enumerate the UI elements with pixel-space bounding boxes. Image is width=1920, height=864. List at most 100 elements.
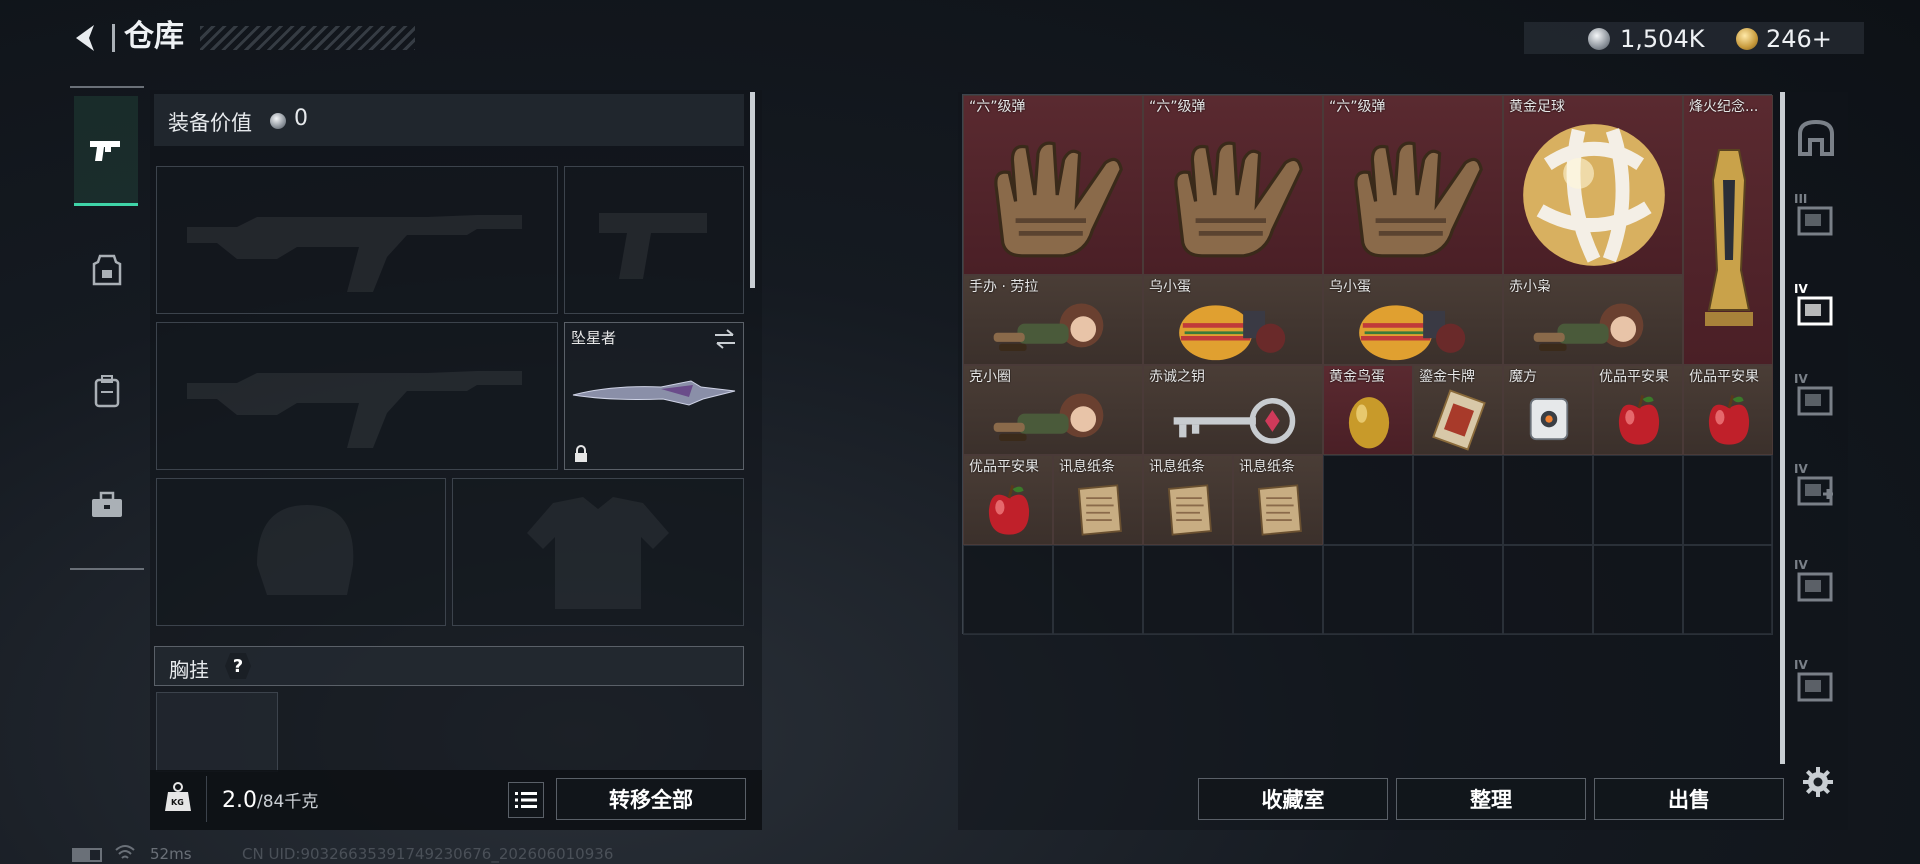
hand-item-icon	[974, 118, 1134, 276]
card-item-icon	[1420, 388, 1498, 456]
storage-item-label: 赤诚之钥	[1149, 369, 1205, 385]
storage-item[interactable]: 讯息纸条	[1053, 455, 1143, 545]
storage-item[interactable]: 讯息纸条	[1233, 455, 1323, 545]
storage-item[interactable]: 优品平安果	[1593, 365, 1683, 455]
empty-grid-cell[interactable]	[1233, 545, 1323, 635]
storage-item[interactable]: “六”级弹	[1143, 95, 1323, 275]
gear-icon	[1803, 767, 1833, 797]
storage-item-label: “六”级弹	[1149, 99, 1206, 115]
apple-item-icon	[1690, 388, 1768, 456]
storage-item[interactable]: 讯息纸条	[1143, 455, 1233, 545]
pistol-slot[interactable]	[564, 166, 744, 314]
empty-grid-cell[interactable]	[1503, 545, 1593, 635]
equipment-scrollbar[interactable]	[750, 92, 755, 288]
transfer-all-button[interactable]: 转移全部	[556, 778, 746, 820]
empty-grid-cell[interactable]	[1323, 455, 1413, 545]
primary-weapon-slot-1[interactable]	[156, 166, 558, 314]
storage-item[interactable]: 优品平安果	[1683, 365, 1773, 455]
storage-item-label: 魔方	[1509, 369, 1537, 385]
storage-tab-container-4-active[interactable]: IV	[1788, 280, 1844, 336]
empty-grid-cell[interactable]	[1503, 455, 1593, 545]
latency-value: 52ms	[150, 845, 192, 863]
nav-tab-armor[interactable]	[72, 236, 142, 306]
title-hatch	[200, 26, 415, 50]
paper-item-icon	[1150, 478, 1228, 546]
storage-item[interactable]: 手办 · 劳拉	[963, 275, 1143, 365]
storage-item[interactable]: 赤小枭	[1503, 275, 1683, 365]
storage-item[interactable]: 黄金鸟蛋	[1323, 365, 1413, 455]
storage-item-label: 讯息纸条	[1059, 459, 1115, 475]
value-coin-icon	[270, 113, 286, 129]
swap-icon[interactable]	[713, 329, 737, 349]
helmet-silhouette-icon	[257, 505, 354, 595]
empty-grid-cell[interactable]	[1683, 545, 1773, 635]
storage-item[interactable]: 鎏金卡牌	[1413, 365, 1503, 455]
empty-grid-cell[interactable]	[1683, 455, 1773, 545]
paper-item-icon	[1060, 478, 1138, 546]
empty-grid-cell[interactable]	[963, 545, 1053, 635]
empty-grid-cell[interactable]	[1413, 545, 1503, 635]
storage-tab-container-4d[interactable]: IV	[1788, 656, 1844, 712]
currency-gold-value[interactable]: 246+	[1766, 24, 1832, 54]
storage-item[interactable]: 乌小蛋	[1143, 275, 1323, 365]
tier-label: IV	[1794, 462, 1808, 476]
storage-tab-container-3[interactable]: III	[1788, 190, 1844, 246]
hand-item-icon	[1334, 118, 1494, 276]
empty-grid-cell[interactable]	[1593, 545, 1683, 635]
hand-item-icon	[1154, 118, 1314, 276]
ball-item-icon	[1514, 118, 1674, 276]
melee-name: 坠星者	[571, 329, 617, 347]
trophy-item-icon	[1699, 118, 1759, 366]
storage-item[interactable]: 赤诚之钥	[1143, 365, 1323, 455]
helmet-slot[interactable]	[156, 478, 446, 626]
key-item-icon	[1154, 388, 1314, 456]
storage-tab-container-4c[interactable]: IV	[1788, 556, 1844, 612]
melee-slot[interactable]: 坠星者	[564, 322, 744, 470]
back-button[interactable]	[68, 20, 104, 56]
storage-tab-container-4-plus[interactable]: IV	[1788, 460, 1844, 516]
lock-icon	[575, 445, 587, 462]
storage-item[interactable]: “六”级弹	[1323, 95, 1503, 275]
chest-rig-header: 胸挂 ?	[154, 646, 744, 686]
nav-tab-weapon[interactable]	[74, 96, 138, 206]
currency-coin-value: 1,504K	[1620, 25, 1705, 53]
empty-grid-cell[interactable]	[1053, 545, 1143, 635]
storage-item[interactable]: 烽火纪念...	[1683, 95, 1773, 365]
settings-button[interactable]	[1798, 762, 1838, 802]
chest-help-button[interactable]: ?	[225, 653, 251, 679]
storage-item-label: 优品平安果	[1689, 369, 1759, 385]
sort-button[interactable]: 整理	[1396, 778, 1586, 820]
storage-scrollbar[interactable]	[1780, 92, 1785, 764]
storage-tab-home[interactable]	[1788, 110, 1844, 166]
storage-item[interactable]: 克小圈	[963, 365, 1143, 455]
collection-room-button[interactable]: 收藏室	[1198, 778, 1388, 820]
storage-item[interactable]: 乌小蛋	[1323, 275, 1503, 365]
storage-tab-container-4b[interactable]: IV	[1788, 370, 1844, 426]
empty-grid-cell[interactable]	[1593, 455, 1683, 545]
figure-item-icon	[1514, 298, 1674, 366]
armor-icon	[92, 254, 122, 286]
storage-item-label: 乌小蛋	[1329, 279, 1371, 295]
currency-gold-icon	[1736, 28, 1758, 50]
storage-item[interactable]: 黄金足球	[1503, 95, 1683, 275]
storage-item[interactable]: 魔方	[1503, 365, 1593, 455]
nav-tab-backpack[interactable]	[72, 356, 142, 426]
empty-grid-cell[interactable]	[1413, 455, 1503, 545]
storage-item-label: 鎏金卡牌	[1419, 369, 1475, 385]
equipment-value: 0	[294, 106, 308, 131]
list-view-button[interactable]	[508, 782, 544, 818]
tier-label: IV	[1794, 658, 1808, 672]
body-armor-slot[interactable]	[452, 478, 744, 626]
primary-weapon-slot-2[interactable]	[156, 322, 558, 470]
storage-item[interactable]: 优品平安果	[963, 455, 1053, 545]
nav-tab-toolbox[interactable]	[72, 470, 142, 540]
sell-button[interactable]: 出售	[1594, 778, 1784, 820]
tier-label: IV	[1794, 282, 1808, 296]
empty-grid-cell[interactable]	[1323, 545, 1413, 635]
chest-rig-slot[interactable]	[156, 692, 278, 772]
storage-item-label: “六”级弹	[969, 99, 1026, 115]
empty-grid-cell[interactable]	[1143, 545, 1233, 635]
storage-item[interactable]: “六”级弹	[963, 95, 1143, 275]
battery-icon	[72, 848, 102, 862]
storage-item-label: 黄金足球	[1509, 99, 1565, 115]
